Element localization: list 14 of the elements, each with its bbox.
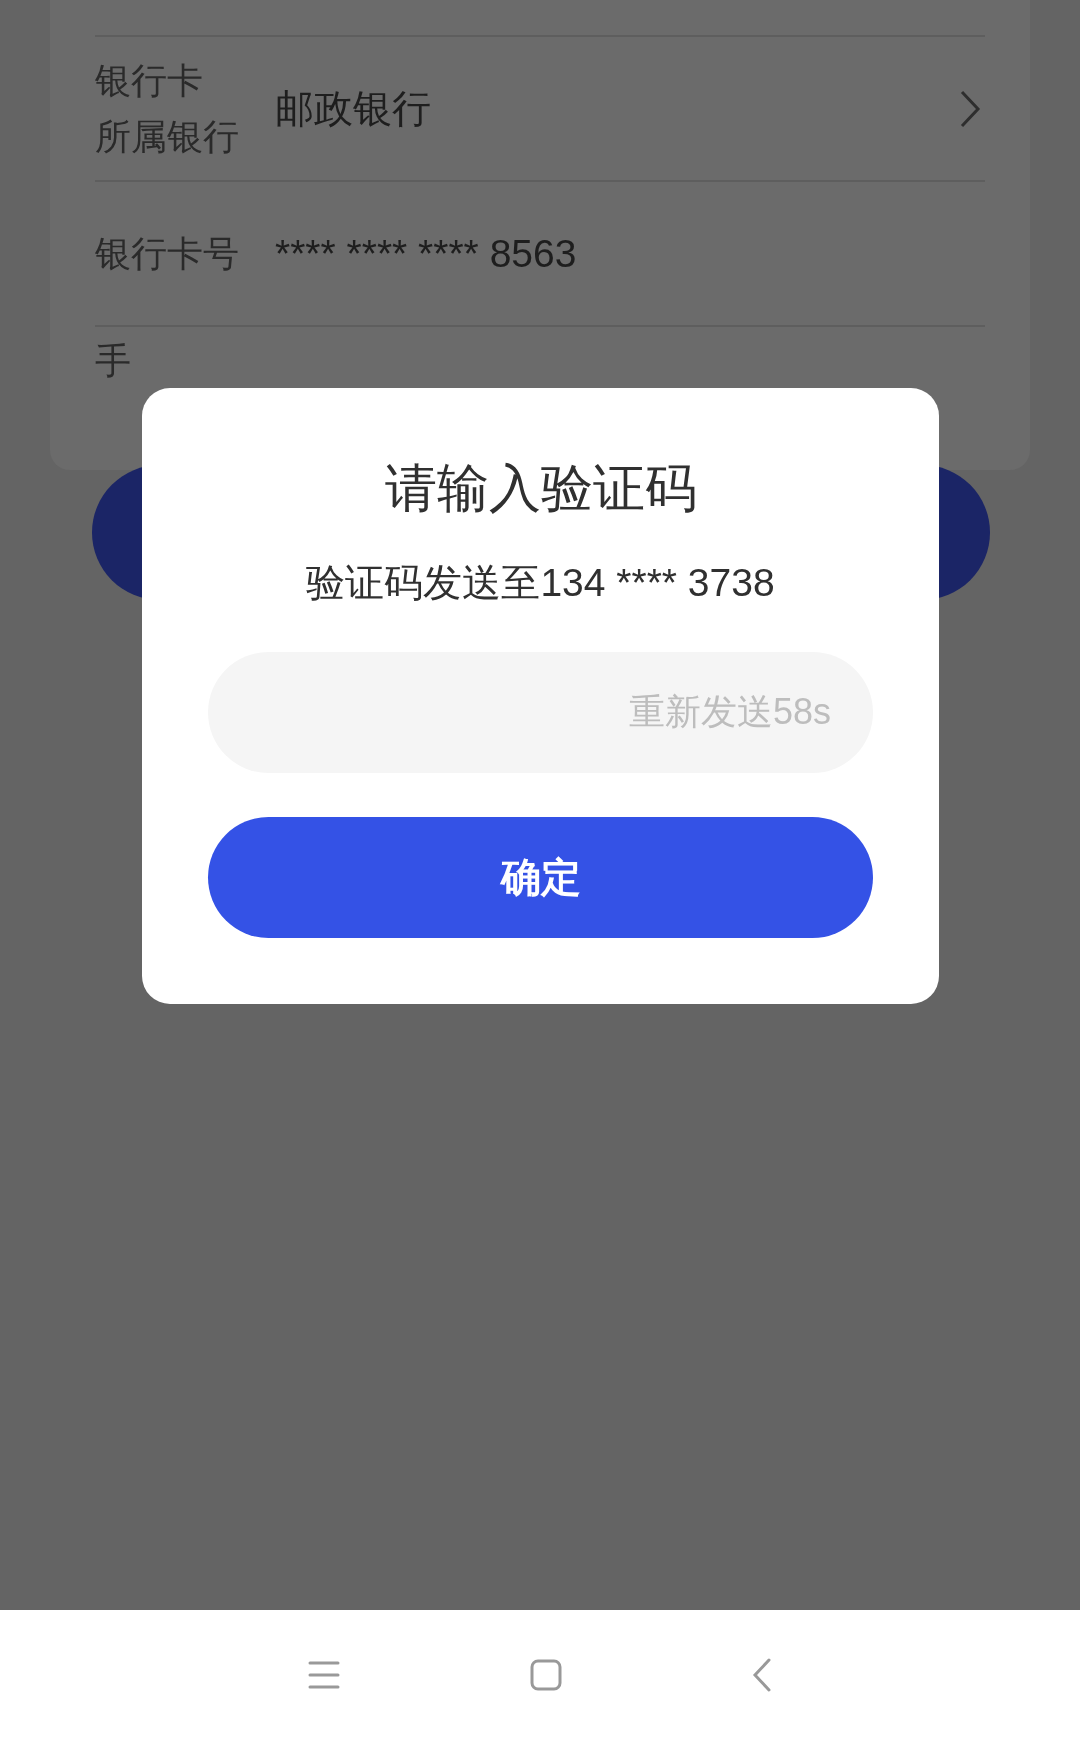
dialog-title: 请输入验证码 (384, 458, 697, 519)
field-label: 银行卡 所属银行 (95, 58, 240, 159)
menu-icon[interactable] (308, 1660, 340, 1690)
chevron-right-icon[interactable] (959, 88, 981, 129)
code-input-field[interactable]: 重新发送58s (208, 652, 873, 773)
home-icon[interactable] (530, 1659, 562, 1691)
dialog-message: 验证码发送至134 **** 3738 (306, 560, 775, 606)
back-icon[interactable] (752, 1658, 772, 1692)
confirm-button[interactable]: 确定 (208, 817, 873, 938)
field-value: **** **** **** 8563 (275, 231, 578, 276)
field-label: 手 (95, 339, 132, 383)
field-value: 邮政银行 (275, 85, 432, 132)
resend-countdown[interactable]: 重新发送58s (628, 688, 831, 737)
field-label: 银行卡号 (95, 231, 240, 276)
